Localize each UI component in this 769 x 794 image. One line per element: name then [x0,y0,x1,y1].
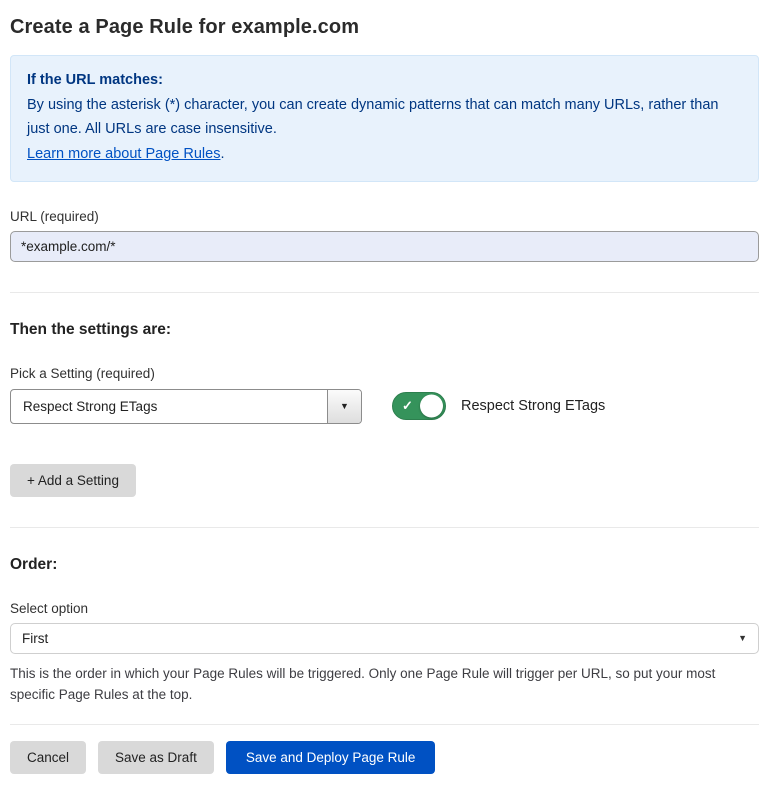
info-box-heading: If the URL matches: [27,69,742,93]
order-help-text: This is the order in which your Page Rul… [10,663,758,706]
check-icon: ✓ [402,399,413,412]
footer-divider [10,724,759,725]
setting-select-value: Respect Strong ETags [11,390,327,423]
info-box-link-line: Learn more about Page Rules. [27,143,742,167]
setting-row: Respect Strong ETags ▼ ✓ Respect Strong … [10,389,759,424]
pick-setting-label: Pick a Setting (required) [10,366,759,381]
section-divider [10,292,759,293]
info-box-body: By using the asterisk (*) character, you… [27,94,742,142]
settings-heading: Then the settings are: [10,321,759,339]
create-page-rule-page: Create a Page Rule for example.com If th… [0,0,769,794]
order-heading: Order: [10,556,759,574]
respect-strong-etags-toggle[interactable]: ✓ [392,392,446,420]
order-select-label: Select option [10,601,759,616]
toggle-label: Respect Strong ETags [461,398,605,414]
order-select[interactable]: First [10,623,759,654]
section-divider-2 [10,527,759,528]
footer-actions: Cancel Save as Draft Save and Deploy Pag… [10,741,759,774]
learn-more-link[interactable]: Learn more about Page Rules [27,146,220,162]
url-match-info-box: If the URL matches: By using the asteris… [10,55,759,182]
url-input[interactable] [10,231,759,262]
page-title: Create a Page Rule for example.com [10,16,759,39]
link-period: . [220,146,224,162]
cancel-button[interactable]: Cancel [10,741,86,774]
toggle-knob [420,395,443,418]
etag-toggle-group: ✓ Respect Strong ETags [392,392,605,420]
save-deploy-button[interactable]: Save and Deploy Page Rule [226,741,436,774]
setting-select[interactable]: Respect Strong ETags ▼ [10,389,362,424]
save-draft-button[interactable]: Save as Draft [98,741,214,774]
add-setting-button[interactable]: + Add a Setting [10,464,136,497]
dropdown-arrow-icon[interactable]: ▼ [327,390,361,423]
order-select-wrap: First ▼ [10,623,759,654]
order-select-value: First [22,631,48,646]
url-field-label: URL (required) [10,209,759,224]
